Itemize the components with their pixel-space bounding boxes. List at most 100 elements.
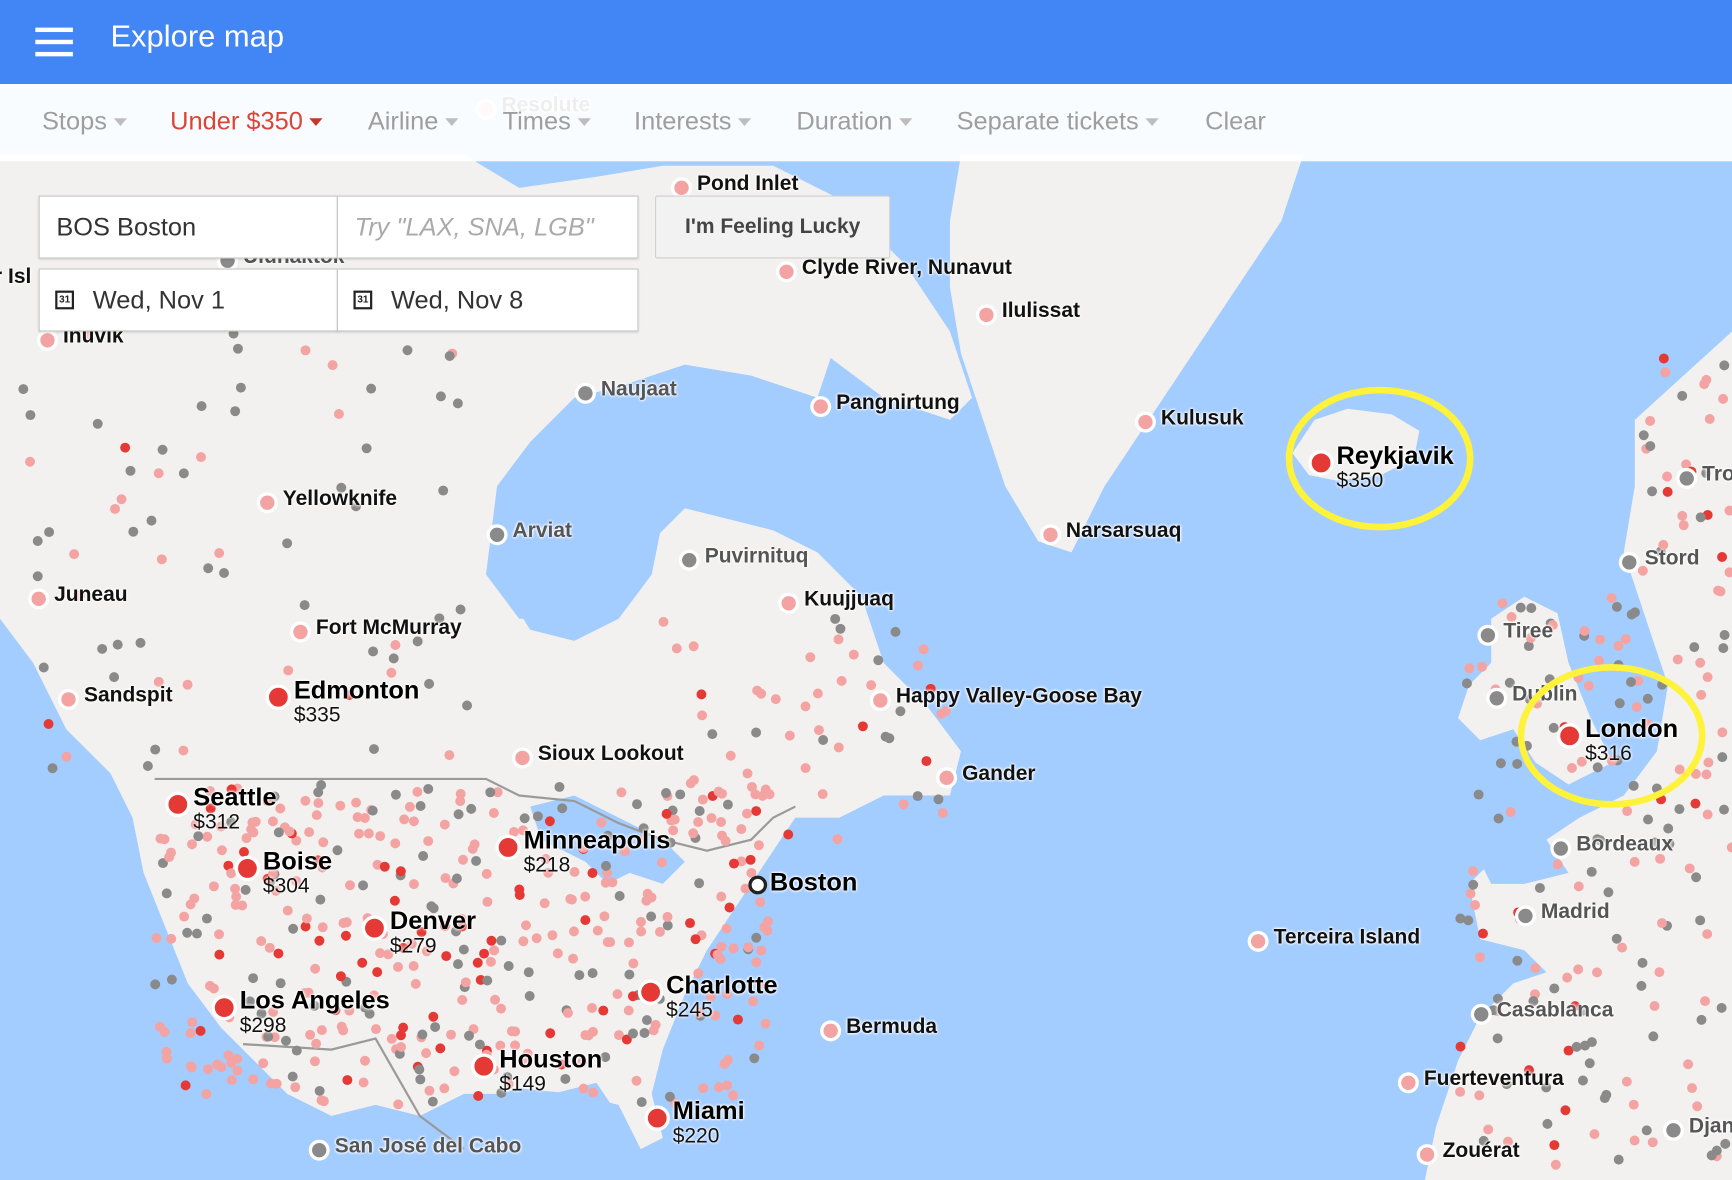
priced-destination-label[interactable]: Seattle bbox=[193, 782, 276, 812]
return-date-field[interactable]: 31 Wed, Nov 8 bbox=[336, 268, 639, 332]
destination-label[interactable]: Arviat bbox=[513, 519, 572, 543]
filter-stops[interactable]: Stops bbox=[42, 106, 127, 136]
destination-marker[interactable] bbox=[486, 524, 508, 546]
destination-label[interactable]: Fuerteventura bbox=[1424, 1067, 1564, 1091]
destination-marker[interactable] bbox=[820, 1020, 842, 1042]
clear-filters-button[interactable]: Clear bbox=[1205, 106, 1266, 136]
destination-label[interactable]: Happy Valley-Goose Bay bbox=[896, 685, 1142, 709]
destination-marker[interactable] bbox=[1477, 624, 1499, 646]
destination-price[interactable]: $335 bbox=[294, 704, 341, 728]
destination-label[interactable]: Ilulissat bbox=[1002, 299, 1080, 323]
destination-marker[interactable] bbox=[308, 1139, 330, 1161]
destination-marker[interactable] bbox=[869, 689, 891, 711]
destination-label[interactable]: Terceira Island bbox=[1274, 926, 1421, 950]
destination-label[interactable]: Pangnirtung bbox=[836, 391, 960, 415]
priced-destination-marker[interactable] bbox=[471, 1053, 497, 1079]
destination-marker[interactable] bbox=[1397, 1072, 1419, 1094]
destination-marker[interactable] bbox=[1486, 687, 1508, 709]
destination-marker[interactable] bbox=[936, 767, 958, 789]
destination-marker[interactable] bbox=[1676, 467, 1698, 489]
destination-label[interactable]: Bermuda bbox=[846, 1015, 937, 1039]
destination-price[interactable]: $304 bbox=[263, 875, 310, 899]
destination-marker[interactable] bbox=[775, 261, 797, 283]
destination-marker[interactable] bbox=[810, 396, 832, 418]
destination-marker[interactable] bbox=[574, 382, 596, 404]
destination-marker[interactable] bbox=[1662, 1119, 1684, 1141]
destination-label[interactable]: Bordeaux bbox=[1576, 833, 1673, 857]
destination-label[interactable]: Madrid bbox=[1541, 900, 1610, 924]
priced-destination-marker[interactable] bbox=[1308, 450, 1334, 476]
priced-destination-marker[interactable] bbox=[361, 915, 388, 941]
destination-label[interactable]: Puvirnituq bbox=[705, 545, 809, 569]
destination-label[interactable]: Pond Inlet bbox=[697, 172, 798, 196]
destination-label[interactable]: er Isl bbox=[0, 265, 31, 289]
filter-duration[interactable]: Duration bbox=[796, 106, 913, 136]
destination-label[interactable]: Juneau bbox=[54, 583, 127, 607]
destination-label[interactable]: Kulusuk bbox=[1161, 407, 1244, 431]
destination-marker[interactable] bbox=[1247, 930, 1269, 952]
filter-price[interactable]: Under $350 bbox=[170, 106, 323, 136]
priced-destination-label[interactable]: Minneapolis bbox=[524, 825, 671, 855]
destination-marker[interactable] bbox=[1550, 838, 1572, 860]
destination-marker[interactable] bbox=[1514, 905, 1536, 927]
hamburger-menu-icon[interactable] bbox=[35, 27, 73, 57]
destination-label[interactable]: Tiree bbox=[1503, 620, 1553, 644]
destination-marker[interactable] bbox=[57, 688, 79, 710]
origin-label[interactable]: Boston bbox=[770, 867, 858, 897]
priced-destination-label[interactable]: London bbox=[1585, 714, 1678, 744]
priced-destination-marker[interactable] bbox=[265, 684, 292, 710]
destination-price[interactable]: $350 bbox=[1337, 470, 1384, 494]
priced-destination-marker[interactable] bbox=[211, 994, 237, 1021]
destination-marker[interactable] bbox=[289, 621, 311, 643]
destination-label[interactable]: Narsarsuaq bbox=[1066, 519, 1181, 543]
destination-marker[interactable] bbox=[975, 304, 997, 326]
destination-label[interactable]: Djan bbox=[1689, 1115, 1732, 1139]
destination-label[interactable]: Sandspit bbox=[84, 684, 173, 708]
priced-destination-label[interactable]: Houston bbox=[499, 1044, 602, 1074]
destination-price[interactable]: $312 bbox=[193, 811, 240, 835]
priced-destination-label[interactable]: Edmonton bbox=[294, 675, 420, 705]
priced-destination-marker[interactable] bbox=[165, 791, 191, 818]
priced-destination-label[interactable]: Denver bbox=[390, 906, 476, 936]
destination-label[interactable]: Kuujjuaq bbox=[804, 588, 894, 612]
priced-destination-label[interactable]: Miami bbox=[673, 1096, 745, 1126]
destination-marker[interactable] bbox=[1618, 551, 1640, 573]
destination-marker[interactable] bbox=[678, 549, 700, 571]
filter-separate-tickets[interactable]: Separate tickets bbox=[957, 106, 1159, 136]
destination-price[interactable]: $298 bbox=[240, 1014, 287, 1038]
destination-label[interactable]: Stord bbox=[1645, 547, 1700, 571]
destination-marker[interactable] bbox=[28, 588, 50, 610]
priced-destination-marker[interactable] bbox=[637, 979, 664, 1005]
priced-destination-label[interactable]: Reykjavik bbox=[1337, 441, 1454, 471]
destination-label[interactable]: Yellowknife bbox=[283, 487, 397, 511]
destination-price[interactable]: $149 bbox=[499, 1073, 546, 1097]
origin-input[interactable]: BOS Boston bbox=[38, 195, 339, 259]
destination-label[interactable]: Sioux Lookout bbox=[538, 742, 684, 766]
priced-destination-marker[interactable] bbox=[495, 834, 521, 861]
destination-input[interactable]: Try "LAX, SNA, LGB" bbox=[336, 195, 639, 259]
destination-price[interactable]: $218 bbox=[524, 854, 571, 878]
destination-label[interactable]: Casablanca bbox=[1497, 999, 1614, 1023]
origin-marker[interactable] bbox=[748, 875, 768, 895]
depart-date-field[interactable]: 31 Wed, Nov 1 bbox=[38, 268, 339, 332]
destination-label[interactable]: San José del Cabo bbox=[335, 1135, 522, 1159]
destination-marker[interactable] bbox=[1470, 1003, 1492, 1025]
priced-destination-label[interactable]: Charlotte bbox=[666, 970, 778, 1000]
destination-marker[interactable] bbox=[256, 492, 278, 514]
destination-price[interactable]: $279 bbox=[390, 935, 437, 959]
destination-price[interactable]: $220 bbox=[673, 1125, 720, 1149]
destination-price[interactable]: $245 bbox=[666, 999, 713, 1023]
filter-interests[interactable]: Interests bbox=[634, 106, 752, 136]
destination-price[interactable]: $316 bbox=[1585, 742, 1632, 766]
destination-label[interactable]: Gander bbox=[962, 762, 1035, 786]
priced-destination-marker[interactable] bbox=[234, 855, 261, 882]
destination-marker[interactable] bbox=[1416, 1144, 1438, 1166]
destination-marker[interactable] bbox=[1134, 411, 1156, 433]
destination-marker[interactable] bbox=[671, 177, 693, 199]
destination-label[interactable]: Clyde River, Nunavut bbox=[802, 256, 1012, 280]
destination-marker[interactable] bbox=[511, 747, 533, 769]
destination-label[interactable]: Fort McMurray bbox=[316, 617, 462, 641]
destination-marker[interactable] bbox=[37, 329, 58, 351]
destination-marker[interactable] bbox=[1039, 524, 1061, 546]
destination-label[interactable]: Tro bbox=[1702, 463, 1732, 487]
